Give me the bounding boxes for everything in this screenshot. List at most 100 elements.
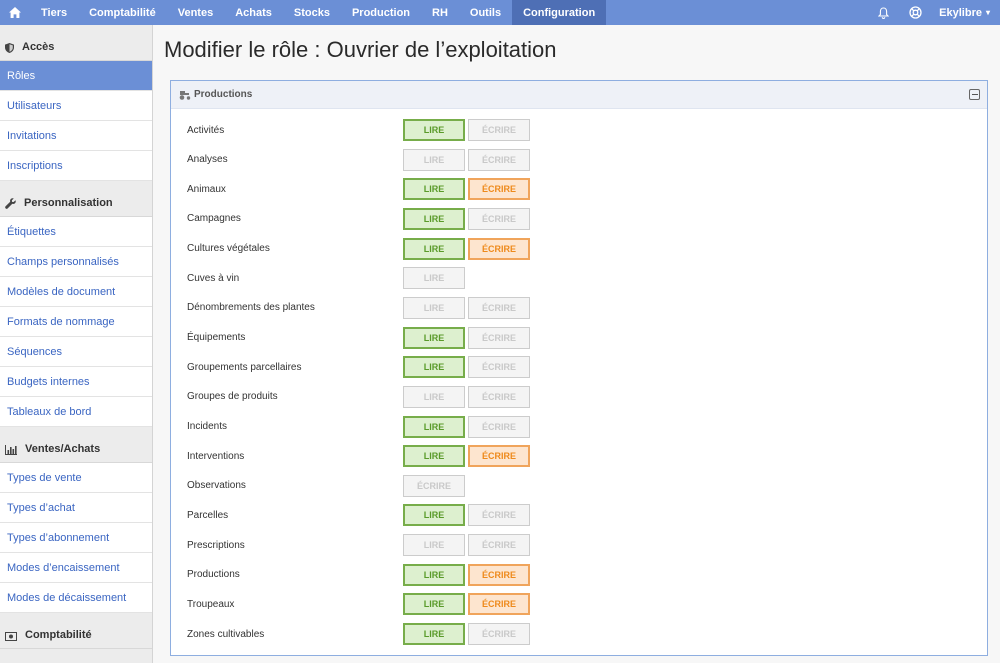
ecrire-toggle-button[interactable]: ÉCRIRE	[468, 207, 530, 230]
sidebar-item[interactable]: Rôles	[0, 61, 152, 91]
lire-toggle-button[interactable]: LIRE	[403, 534, 465, 557]
permission-row: Zones cultivables LIRE ÉCRIRE	[187, 623, 977, 646]
lire-toggle-button[interactable]: LIRE	[403, 356, 465, 379]
sidebar-item[interactable]: Budgets internes	[0, 367, 152, 397]
nav-item-production[interactable]: Production	[341, 0, 421, 25]
lire-toggle-button[interactable]: LIRE	[403, 267, 465, 290]
user-name: Ekylibre	[939, 6, 982, 19]
ecrire-toggle-button[interactable]: ÉCRIRE	[468, 534, 530, 557]
help-lifebuoy-icon[interactable]	[899, 0, 931, 25]
permission-row: Parcelles LIRE ÉCRIRE	[187, 504, 977, 527]
ecrire-toggle-button[interactable]: ÉCRIRE	[468, 593, 530, 616]
lire-toggle-button[interactable]: LIRE	[403, 415, 465, 438]
bar-chart-icon	[5, 445, 21, 455]
permission-row: Équipements LIRE ÉCRIRE	[187, 326, 977, 349]
sidebar-item[interactable]: Étiquettes	[0, 217, 152, 247]
permission-label: Parcelles	[187, 509, 229, 521]
nav-item-rh[interactable]: RH	[421, 0, 459, 25]
nav-item-achats[interactable]: Achats	[224, 0, 283, 25]
permission-row: Incidents LIRE ÉCRIRE	[187, 415, 977, 438]
wrench-icon	[5, 198, 20, 209]
permission-row: Cultures végétales LIRE ÉCRIRE	[187, 237, 977, 260]
permission-row: Dénombrements des plantes LIRE ÉCRIRE	[187, 296, 977, 319]
sidebar-item[interactable]: Types d’achat	[0, 493, 152, 523]
sidebar-item[interactable]: Types d’abonnement	[0, 523, 152, 553]
lire-toggle-button[interactable]: LIRE	[403, 445, 465, 468]
ecrire-toggle-button[interactable]: ÉCRIRE	[468, 178, 530, 201]
shield-icon	[5, 43, 18, 53]
sidebar-section-title: Comptabilité	[25, 629, 92, 641]
lire-toggle-button[interactable]: LIRE	[403, 385, 465, 408]
permission-row: Productions LIRE ÉCRIRE	[187, 563, 977, 586]
sidebar-item[interactable]: Modes d’encaissement	[0, 553, 152, 583]
lire-toggle-button[interactable]: LIRE	[403, 504, 465, 527]
permission-label: Cuves à vin	[187, 272, 240, 284]
nav-item-configuration[interactable]: Configuration	[512, 0, 607, 25]
user-menu[interactable]: Ekylibre ▾	[931, 0, 1000, 25]
permission-row: Campagnes LIRE ÉCRIRE	[187, 207, 977, 230]
collapse-icon[interactable]	[969, 89, 980, 100]
permission-row: Cuves à vin LIRE	[187, 267, 977, 290]
sidebar-item[interactable]: Inscriptions	[0, 151, 152, 181]
lire-toggle-button[interactable]: LIRE	[403, 326, 465, 349]
bell-icon[interactable]	[867, 0, 899, 25]
sidebar: Accès Rôles Utilisateurs Invitations Inscrip…	[0, 25, 153, 663]
lire-toggle-button[interactable]: LIRE	[403, 178, 465, 201]
ecrire-toggle-button[interactable]: ÉCRIRE	[468, 356, 530, 379]
ecrire-toggle-button[interactable]: ÉCRIRE	[468, 385, 530, 408]
ecrire-toggle-button[interactable]: ÉCRIRE	[468, 119, 530, 141]
top-nav: Tiers Comptabilité Ventes Achats Stocks Produ…	[0, 0, 1000, 25]
money-icon	[5, 632, 21, 641]
lire-toggle-button[interactable]: LIRE	[403, 119, 465, 141]
permission-label: Analyses	[187, 154, 228, 166]
nav-item-ventes[interactable]: Ventes	[167, 0, 224, 25]
lire-toggle-button[interactable]: LIRE	[403, 237, 465, 260]
lire-toggle-button[interactable]: LIRE	[403, 623, 465, 646]
page-title: Modifier le rôle : Ouvrier de l’exploita…	[164, 37, 557, 62]
sidebar-item[interactable]: Tableaux de bord	[0, 397, 152, 427]
permission-label: Activités	[187, 124, 225, 136]
sidebar-section-3: Comptabilité	[0, 613, 152, 649]
sidebar-item[interactable]: Champs personnalisés	[0, 247, 152, 277]
permission-label: Troupeaux	[187, 598, 235, 610]
lire-toggle-button[interactable]: LIRE	[403, 296, 465, 319]
permission-row: Activités LIRE ÉCRIRE	[187, 119, 977, 141]
sidebar-item[interactable]: Types de vente	[0, 463, 152, 493]
permission-label: Incidents	[187, 421, 228, 432]
nav-item-tiers[interactable]: Tiers	[30, 0, 78, 25]
ecrire-toggle-button[interactable]: ÉCRIRE	[468, 504, 530, 527]
ecrire-toggle-button[interactable]: ÉCRIRE	[468, 445, 530, 468]
ecrire-toggle-button[interactable]: ÉCRIRE	[403, 474, 465, 497]
ecrire-toggle-button[interactable]: ÉCRIRE	[468, 148, 530, 171]
permission-label: Animaux	[187, 183, 226, 195]
lire-toggle-button[interactable]: LIRE	[403, 563, 465, 586]
ecrire-toggle-button[interactable]: ÉCRIRE	[468, 237, 530, 260]
ecrire-toggle-button[interactable]: ÉCRIRE	[468, 415, 530, 438]
sidebar-item[interactable]: Formats de nommage	[0, 307, 152, 337]
sidebar-item[interactable]: Séquences	[0, 337, 152, 367]
ecrire-toggle-button[interactable]: ÉCRIRE	[468, 623, 530, 646]
nav-item-stocks[interactable]: Stocks	[283, 0, 341, 25]
lire-toggle-button[interactable]: LIRE	[403, 593, 465, 616]
permission-label: Dénombrements des plantes	[187, 302, 315, 314]
lire-toggle-button[interactable]: LIRE	[403, 207, 465, 230]
panel-title: Productions	[194, 89, 253, 100]
ecrire-toggle-button[interactable]: ÉCRIRE	[468, 563, 530, 586]
sidebar-item[interactable]: Utilisateurs	[0, 91, 152, 121]
permission-row: Animaux LIRE ÉCRIRE	[187, 178, 977, 201]
permission-row: Observations ÉCRIRE	[187, 474, 977, 497]
panel-header: Productions	[171, 81, 987, 109]
sidebar-item[interactable]: Modèles de document	[0, 277, 152, 307]
ecrire-toggle-button[interactable]: ÉCRIRE	[468, 326, 530, 349]
sidebar-section-0: Accès	[0, 25, 152, 61]
sidebar-item[interactable]: Invitations	[0, 121, 152, 151]
permission-label: Prescriptions	[187, 539, 245, 551]
sidebar-item[interactable]: Modes de décaissement	[0, 583, 152, 613]
permission-label: Équipements	[187, 332, 246, 344]
nav-item-comptabilite[interactable]: Comptabilité	[78, 0, 167, 25]
lire-toggle-button[interactable]: LIRE	[403, 148, 465, 171]
nav-item-outils[interactable]: Outils	[459, 0, 512, 25]
home-icon[interactable]	[0, 0, 30, 25]
permission-label: Groupements parcellaires	[187, 361, 302, 373]
ecrire-toggle-button[interactable]: ÉCRIRE	[468, 296, 530, 319]
